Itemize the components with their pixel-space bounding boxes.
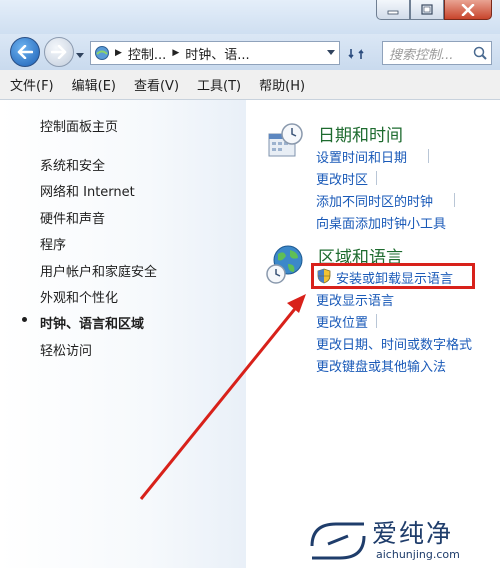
address-dropdown[interactable] — [323, 50, 339, 56]
sidebar-home-link[interactable]: 控制面板主页 — [40, 116, 118, 135]
sidebar-item-clock-language[interactable]: 时钟、语言和区域 — [40, 313, 144, 332]
link-set-date-time[interactable]: 设置时间和日期 — [316, 147, 407, 166]
breadcrumb-clock-language[interactable]: 时钟、语... — [185, 44, 249, 63]
forward-button[interactable] — [44, 37, 74, 67]
calendar-clock-icon — [268, 123, 303, 157]
sidebar-item-hardware-sound[interactable]: 硬件和声音 — [40, 208, 105, 227]
sidebar-item-ease-of-access[interactable]: 轻松访问 — [40, 340, 92, 359]
search-input[interactable]: 搜索控制... — [382, 41, 492, 65]
link-change-timezone[interactable]: 更改时区 — [316, 169, 368, 188]
chevron-down-icon — [76, 53, 84, 58]
sidebar-item-network-internet[interactable]: 网络和 Internet — [40, 181, 135, 200]
watermark: 爱纯净 aichunjing.com — [302, 512, 500, 568]
menu-help[interactable]: 帮助(H) — [259, 75, 305, 94]
link-change-display-language[interactable]: 更改显示语言 — [316, 290, 394, 309]
active-bullet — [22, 317, 27, 322]
menu-view[interactable]: 查看(V) — [134, 75, 179, 94]
highlight-box — [311, 263, 475, 289]
link-change-location[interactable]: 更改位置 — [316, 312, 368, 331]
maximize-button[interactable] — [410, 0, 444, 20]
link-separator — [454, 193, 455, 207]
watermark-name: 爱纯净 — [372, 519, 454, 548]
link-change-keyboard[interactable]: 更改键盘或其他输入法 — [316, 356, 446, 375]
menu-edit[interactable]: 编辑(E) — [72, 75, 116, 94]
close-button[interactable] — [444, 0, 492, 20]
link-change-date-format[interactable]: 更改日期、时间或数字格式 — [316, 334, 472, 353]
main-content: 日期和时间 设置时间和日期 更改时区 添加不同时区的时钟 向桌面添加时钟小工具 … — [246, 100, 500, 568]
watermark-url: aichunjing.com — [376, 548, 460, 561]
menu-tools[interactable]: 工具(T) — [197, 75, 241, 94]
minimize-button[interactable] — [376, 0, 410, 20]
link-separator — [376, 314, 377, 328]
sidebar-item-programs[interactable]: 程序 — [40, 234, 66, 253]
navigation-bar: ▶ 控制... ▶ 时钟、语... 搜索控制... — [0, 34, 500, 70]
sidebar-item-appearance[interactable]: 外观和个性化 — [40, 287, 118, 306]
title-bar — [0, 0, 500, 34]
back-button[interactable] — [10, 37, 40, 67]
chevron-down-icon — [327, 50, 335, 55]
sidebar-item-system-security[interactable]: 系统和安全 — [40, 155, 105, 174]
maximize-icon — [421, 4, 433, 15]
control-panel-icon — [91, 45, 113, 61]
search-placeholder: 搜索控制... — [389, 47, 454, 63]
search-icon — [473, 46, 487, 60]
section-title-date-time[interactable]: 日期和时间 — [318, 121, 403, 146]
link-add-clock-gadget[interactable]: 向桌面添加时钟小工具 — [316, 213, 446, 232]
chevron-right-icon: ▶ — [115, 48, 122, 58]
link-separator — [376, 171, 377, 185]
address-bar[interactable]: ▶ 控制... ▶ 时钟、语... — [90, 41, 340, 65]
link-separator — [428, 149, 429, 163]
watermark-logo — [310, 522, 366, 560]
close-icon — [461, 3, 475, 16]
globe-clock-icon — [266, 245, 303, 284]
window-controls — [376, 0, 492, 20]
arrow-left-icon — [17, 45, 33, 59]
arrow-right-icon — [51, 45, 67, 59]
sidebar-item-user-accounts[interactable]: 用户帐户和家庭安全 — [40, 261, 157, 280]
chevron-right-icon: ▶ — [172, 48, 180, 58]
breadcrumb-control-panel[interactable]: 控制... — [128, 44, 166, 63]
menu-bar: 文件(F) 编辑(E) 查看(V) 工具(T) 帮助(H) — [0, 70, 500, 100]
minimize-icon — [387, 10, 399, 14]
menu-file[interactable]: 文件(F) — [10, 75, 54, 94]
sidebar: 控制面板主页 系统和安全 网络和 Internet 硬件和声音 程序 用户帐户和… — [0, 100, 246, 568]
link-add-clocks[interactable]: 添加不同时区的时钟 — [316, 191, 433, 210]
refresh-icon — [348, 49, 364, 59]
recent-pages-dropdown[interactable] — [76, 48, 84, 63]
refresh-button[interactable] — [346, 44, 366, 64]
